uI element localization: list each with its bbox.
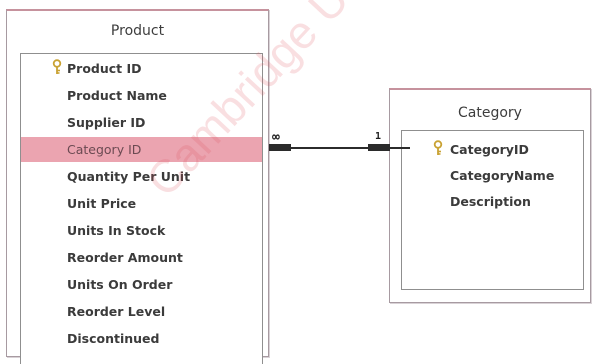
field-category-id[interactable]: Category ID (21, 137, 262, 162)
field-label: Reorder Amount (67, 250, 183, 265)
field-label: CategoryID (450, 142, 529, 157)
field-label: Product Name (67, 88, 167, 103)
product-table-window[interactable]: Product Product ID Product Name Supplier… (6, 9, 269, 364)
field-units-in-stock[interactable]: Units In Stock (21, 218, 262, 243)
field-label: Description (450, 194, 531, 209)
field-category-id-pk[interactable]: CategoryID (402, 137, 583, 162)
field-label: Quantity Per Unit (67, 169, 191, 184)
field-reorder-level[interactable]: Reorder Level (21, 299, 262, 324)
field-units-on-order[interactable]: Units On Order (21, 272, 262, 297)
field-product-id[interactable]: Product ID (21, 56, 262, 81)
field-label: Units In Stock (67, 223, 166, 238)
field-supplier-id[interactable]: Supplier ID (21, 110, 262, 135)
category-table-title: Category (458, 105, 522, 121)
field-label: Unit Price (67, 196, 137, 211)
relationship-one-end (368, 144, 390, 151)
relationship-many-end (269, 144, 291, 151)
field-label: Category ID (67, 142, 142, 157)
field-reorder-amount[interactable]: Reorder Amount (21, 245, 262, 270)
relationship-line-into-category (390, 147, 410, 149)
category-field-list[interactable]: CategoryID CategoryName Description (401, 130, 584, 290)
field-label: Reorder Level (67, 304, 166, 319)
field-label: CategoryName (450, 168, 555, 183)
product-field-list[interactable]: Product ID Product Name Supplier ID Cate… (20, 53, 263, 364)
relationship-one-label: 1 (375, 131, 382, 142)
relationship-many-label: ∞ (272, 130, 280, 145)
key-icon (433, 140, 443, 155)
field-product-name[interactable]: Product Name (21, 83, 262, 108)
field-label: Supplier ID (67, 115, 146, 130)
key-icon (52, 59, 62, 74)
field-quantity-per-unit[interactable]: Quantity Per Unit (21, 164, 262, 189)
product-table-title: Product (110, 23, 165, 39)
field-discontinued[interactable]: Discontinued (21, 326, 262, 351)
field-label: Units On Order (67, 277, 173, 292)
field-description[interactable]: Description (402, 189, 583, 214)
field-label: Product ID (67, 61, 142, 76)
category-table-window[interactable]: Category CategoryID CategoryName Descrip… (389, 88, 591, 303)
field-category-name[interactable]: CategoryName (402, 163, 583, 188)
field-unit-price[interactable]: Unit Price (21, 191, 262, 216)
field-label: Discontinued (67, 331, 160, 346)
